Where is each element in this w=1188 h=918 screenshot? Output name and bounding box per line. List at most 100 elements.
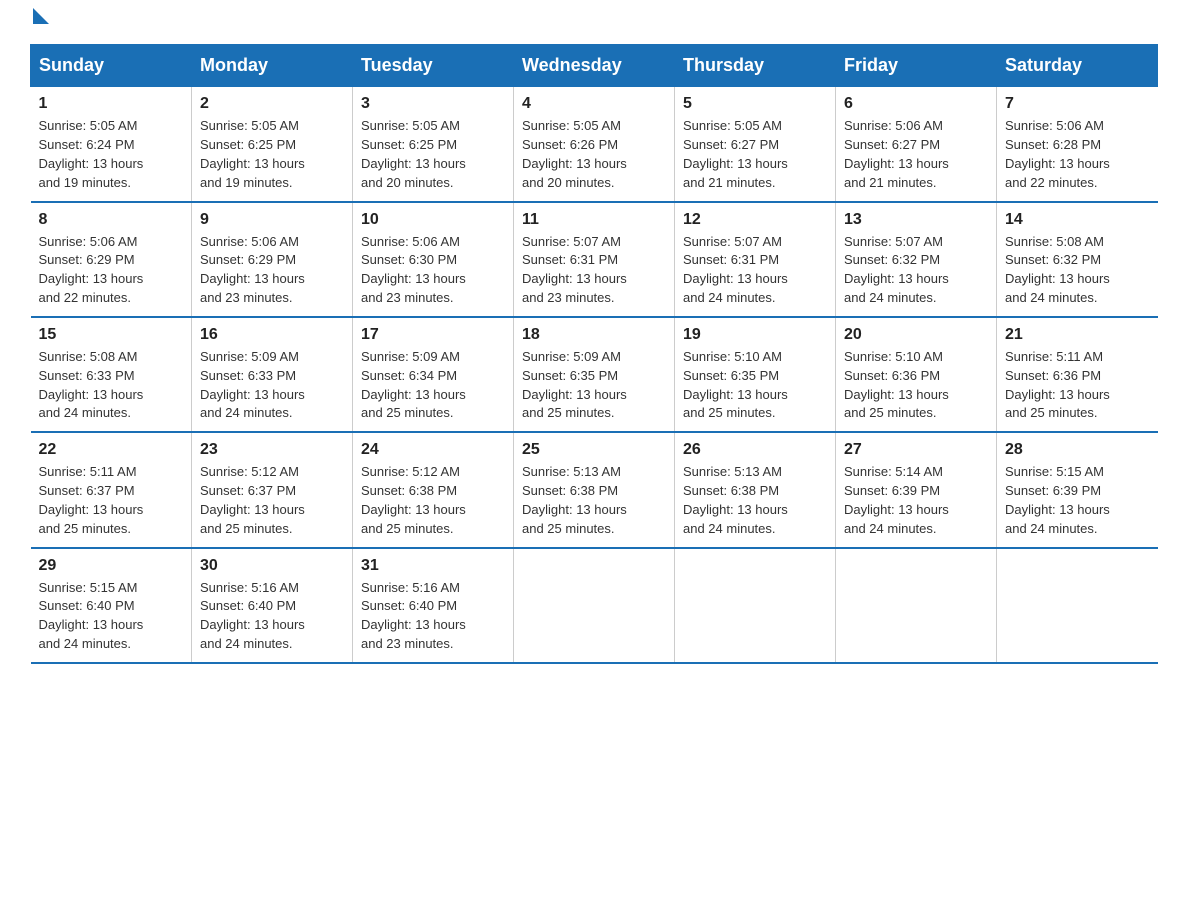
day-number: 1 [39, 95, 184, 113]
day-info: Sunrise: 5:06 AM Sunset: 6:30 PM Dayligh… [361, 233, 505, 308]
day-info: Sunrise: 5:05 AM Sunset: 6:25 PM Dayligh… [361, 117, 505, 192]
day-number: 25 [522, 441, 666, 459]
calendar-header-row: SundayMondayTuesdayWednesdayThursdayFrid… [31, 45, 1158, 87]
day-info: Sunrise: 5:07 AM Sunset: 6:31 PM Dayligh… [683, 233, 827, 308]
day-number: 4 [522, 95, 666, 113]
calendar-cell: 3 Sunrise: 5:05 AM Sunset: 6:25 PM Dayli… [353, 87, 514, 202]
day-info: Sunrise: 5:05 AM Sunset: 6:25 PM Dayligh… [200, 117, 344, 192]
calendar-cell: 1 Sunrise: 5:05 AM Sunset: 6:24 PM Dayli… [31, 87, 192, 202]
day-number: 7 [1005, 95, 1150, 113]
calendar-cell: 17 Sunrise: 5:09 AM Sunset: 6:34 PM Dayl… [353, 317, 514, 432]
calendar-cell [514, 548, 675, 663]
day-info: Sunrise: 5:06 AM Sunset: 6:28 PM Dayligh… [1005, 117, 1150, 192]
day-info: Sunrise: 5:16 AM Sunset: 6:40 PM Dayligh… [200, 579, 344, 654]
day-info: Sunrise: 5:08 AM Sunset: 6:33 PM Dayligh… [39, 348, 184, 423]
day-number: 22 [39, 441, 184, 459]
calendar-cell: 7 Sunrise: 5:06 AM Sunset: 6:28 PM Dayli… [997, 87, 1158, 202]
day-number: 12 [683, 211, 827, 229]
day-number: 5 [683, 95, 827, 113]
day-info: Sunrise: 5:05 AM Sunset: 6:26 PM Dayligh… [522, 117, 666, 192]
day-info: Sunrise: 5:16 AM Sunset: 6:40 PM Dayligh… [361, 579, 505, 654]
day-info: Sunrise: 5:10 AM Sunset: 6:35 PM Dayligh… [683, 348, 827, 423]
day-number: 3 [361, 95, 505, 113]
calendar-cell: 19 Sunrise: 5:10 AM Sunset: 6:35 PM Dayl… [675, 317, 836, 432]
day-number: 15 [39, 326, 184, 344]
calendar-week-row: 1 Sunrise: 5:05 AM Sunset: 6:24 PM Dayli… [31, 87, 1158, 202]
day-number: 10 [361, 211, 505, 229]
day-info: Sunrise: 5:06 AM Sunset: 6:29 PM Dayligh… [200, 233, 344, 308]
day-number: 9 [200, 211, 344, 229]
calendar-cell: 24 Sunrise: 5:12 AM Sunset: 6:38 PM Dayl… [353, 432, 514, 547]
calendar-cell [675, 548, 836, 663]
day-info: Sunrise: 5:08 AM Sunset: 6:32 PM Dayligh… [1005, 233, 1150, 308]
header-monday: Monday [192, 45, 353, 87]
page-header [30, 20, 1158, 24]
day-number: 18 [522, 326, 666, 344]
day-number: 24 [361, 441, 505, 459]
logo-triangle-icon [33, 8, 49, 24]
calendar-cell: 14 Sunrise: 5:08 AM Sunset: 6:32 PM Dayl… [997, 202, 1158, 317]
header-thursday: Thursday [675, 45, 836, 87]
calendar-cell: 29 Sunrise: 5:15 AM Sunset: 6:40 PM Dayl… [31, 548, 192, 663]
calendar-week-row: 29 Sunrise: 5:15 AM Sunset: 6:40 PM Dayl… [31, 548, 1158, 663]
calendar-cell: 20 Sunrise: 5:10 AM Sunset: 6:36 PM Dayl… [836, 317, 997, 432]
day-number: 30 [200, 557, 344, 575]
day-info: Sunrise: 5:12 AM Sunset: 6:38 PM Dayligh… [361, 463, 505, 538]
calendar-cell: 26 Sunrise: 5:13 AM Sunset: 6:38 PM Dayl… [675, 432, 836, 547]
day-info: Sunrise: 5:06 AM Sunset: 6:27 PM Dayligh… [844, 117, 988, 192]
calendar-cell: 6 Sunrise: 5:06 AM Sunset: 6:27 PM Dayli… [836, 87, 997, 202]
header-sunday: Sunday [31, 45, 192, 87]
day-info: Sunrise: 5:09 AM Sunset: 6:34 PM Dayligh… [361, 348, 505, 423]
calendar-cell: 16 Sunrise: 5:09 AM Sunset: 6:33 PM Dayl… [192, 317, 353, 432]
calendar-cell [997, 548, 1158, 663]
header-tuesday: Tuesday [353, 45, 514, 87]
day-number: 26 [683, 441, 827, 459]
day-number: 21 [1005, 326, 1150, 344]
day-number: 11 [522, 211, 666, 229]
calendar-cell: 4 Sunrise: 5:05 AM Sunset: 6:26 PM Dayli… [514, 87, 675, 202]
calendar-cell: 5 Sunrise: 5:05 AM Sunset: 6:27 PM Dayli… [675, 87, 836, 202]
calendar-cell: 13 Sunrise: 5:07 AM Sunset: 6:32 PM Dayl… [836, 202, 997, 317]
day-info: Sunrise: 5:09 AM Sunset: 6:35 PM Dayligh… [522, 348, 666, 423]
day-number: 29 [39, 557, 184, 575]
day-info: Sunrise: 5:13 AM Sunset: 6:38 PM Dayligh… [522, 463, 666, 538]
day-info: Sunrise: 5:05 AM Sunset: 6:24 PM Dayligh… [39, 117, 184, 192]
day-info: Sunrise: 5:11 AM Sunset: 6:36 PM Dayligh… [1005, 348, 1150, 423]
calendar-cell: 15 Sunrise: 5:08 AM Sunset: 6:33 PM Dayl… [31, 317, 192, 432]
day-info: Sunrise: 5:13 AM Sunset: 6:38 PM Dayligh… [683, 463, 827, 538]
day-info: Sunrise: 5:06 AM Sunset: 6:29 PM Dayligh… [39, 233, 184, 308]
day-number: 23 [200, 441, 344, 459]
calendar-cell: 12 Sunrise: 5:07 AM Sunset: 6:31 PM Dayl… [675, 202, 836, 317]
day-number: 31 [361, 557, 505, 575]
header-saturday: Saturday [997, 45, 1158, 87]
calendar-week-row: 8 Sunrise: 5:06 AM Sunset: 6:29 PM Dayli… [31, 202, 1158, 317]
day-number: 19 [683, 326, 827, 344]
day-info: Sunrise: 5:14 AM Sunset: 6:39 PM Dayligh… [844, 463, 988, 538]
day-info: Sunrise: 5:15 AM Sunset: 6:40 PM Dayligh… [39, 579, 184, 654]
calendar-week-row: 22 Sunrise: 5:11 AM Sunset: 6:37 PM Dayl… [31, 432, 1158, 547]
calendar-cell: 23 Sunrise: 5:12 AM Sunset: 6:37 PM Dayl… [192, 432, 353, 547]
calendar-cell [836, 548, 997, 663]
calendar-cell: 11 Sunrise: 5:07 AM Sunset: 6:31 PM Dayl… [514, 202, 675, 317]
day-info: Sunrise: 5:11 AM Sunset: 6:37 PM Dayligh… [39, 463, 184, 538]
day-info: Sunrise: 5:07 AM Sunset: 6:31 PM Dayligh… [522, 233, 666, 308]
header-wednesday: Wednesday [514, 45, 675, 87]
day-info: Sunrise: 5:15 AM Sunset: 6:39 PM Dayligh… [1005, 463, 1150, 538]
day-info: Sunrise: 5:09 AM Sunset: 6:33 PM Dayligh… [200, 348, 344, 423]
day-info: Sunrise: 5:07 AM Sunset: 6:32 PM Dayligh… [844, 233, 988, 308]
calendar-week-row: 15 Sunrise: 5:08 AM Sunset: 6:33 PM Dayl… [31, 317, 1158, 432]
header-friday: Friday [836, 45, 997, 87]
calendar-cell: 30 Sunrise: 5:16 AM Sunset: 6:40 PM Dayl… [192, 548, 353, 663]
day-number: 6 [844, 95, 988, 113]
day-number: 17 [361, 326, 505, 344]
day-number: 16 [200, 326, 344, 344]
day-number: 14 [1005, 211, 1150, 229]
calendar-cell: 27 Sunrise: 5:14 AM Sunset: 6:39 PM Dayl… [836, 432, 997, 547]
calendar-table: SundayMondayTuesdayWednesdayThursdayFrid… [30, 44, 1158, 664]
calendar-cell: 28 Sunrise: 5:15 AM Sunset: 6:39 PM Dayl… [997, 432, 1158, 547]
calendar-cell: 9 Sunrise: 5:06 AM Sunset: 6:29 PM Dayli… [192, 202, 353, 317]
calendar-cell: 31 Sunrise: 5:16 AM Sunset: 6:40 PM Dayl… [353, 548, 514, 663]
day-info: Sunrise: 5:10 AM Sunset: 6:36 PM Dayligh… [844, 348, 988, 423]
day-number: 20 [844, 326, 988, 344]
calendar-cell: 22 Sunrise: 5:11 AM Sunset: 6:37 PM Dayl… [31, 432, 192, 547]
